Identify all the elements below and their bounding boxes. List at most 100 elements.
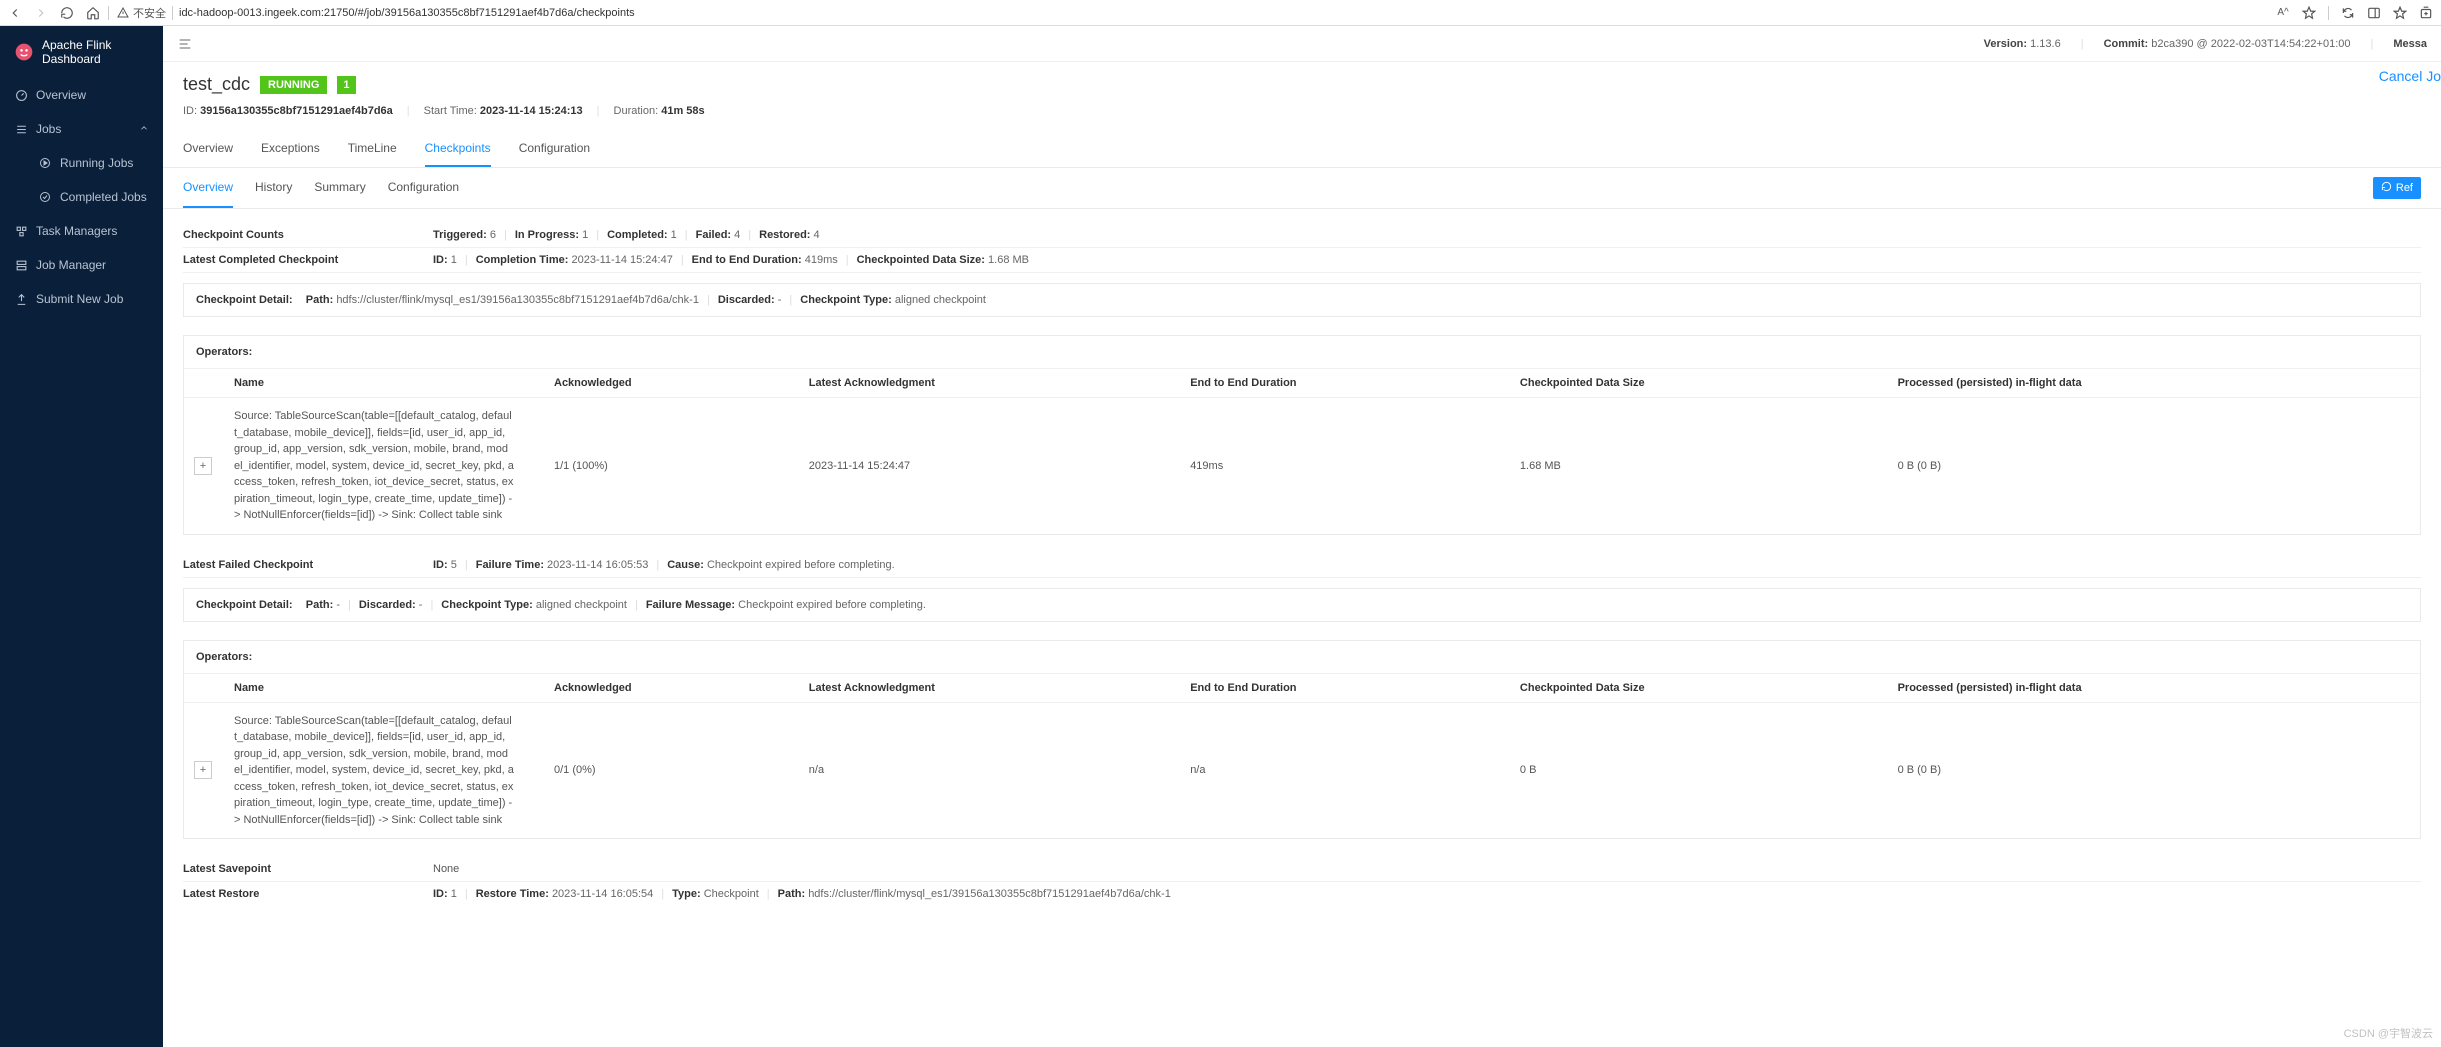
col-name: Name [224,673,544,702]
expand-row-button[interactable]: + [194,761,212,779]
forward-icon[interactable] [34,6,48,20]
insecure-warning-icon[interactable]: 不安全 [117,5,166,21]
check-circle-icon [38,190,52,204]
sidebar-item-running-jobs[interactable]: Running Jobs [0,146,163,180]
sidebar-item-label: Jobs [36,122,61,136]
col-e2e: End to End Duration [1180,673,1510,702]
sidebar-item-jobs[interactable]: Jobs [0,112,163,146]
latest-completed-row: Latest Completed Checkpoint ID: 1| Compl… [183,248,2421,273]
chevron-up-icon [139,122,149,136]
section-label: Latest Failed Checkpoint [183,559,433,571]
latest-ack-value: n/a [799,702,1180,838]
savepoint-value: None [433,863,459,875]
col-size: Checkpointed Data Size [1510,369,1888,398]
divider [108,6,109,20]
tab-timeline[interactable]: TimeLine [348,131,397,167]
sidebar-item-submit-job[interactable]: Submit New Job [0,282,163,316]
tab-checkpoints[interactable]: Checkpoints [425,131,491,167]
col-latest-ack: Latest Acknowledgment [799,369,1180,398]
reload-icon[interactable] [60,6,74,20]
inflight-value: 0 B (0 B) [1888,702,2420,838]
sidebar-item-label: Completed Jobs [60,190,147,204]
sidebar-item-label: Running Jobs [60,156,133,170]
completed-detail-box: Checkpoint Detail: Path: hdfs://cluster/… [183,283,2421,317]
top-meta-bar: Version: 1.13.6 | Commit: b2ca390 @ 2022… [163,26,2441,62]
divider [2328,6,2329,20]
cluster-icon [14,224,28,238]
latest-savepoint-row: Latest Savepoint None [183,857,2421,882]
col-e2e: End to End Duration [1180,369,1510,398]
latest-ack-value: 2023-11-14 15:24:47 [799,398,1180,534]
sidepanel-icon[interactable] [2367,6,2381,20]
sidebar-item-completed-jobs[interactable]: Completed Jobs [0,180,163,214]
section-label: Latest Savepoint [183,863,433,875]
e2e-value: n/a [1180,702,1510,838]
operator-name: Source: TableSourceScan(table=[[default_… [234,713,514,829]
tab-configuration[interactable]: Configuration [519,131,590,167]
sidebar-item-label: Overview [36,88,86,102]
back-icon[interactable] [8,6,22,20]
sidebar-item-job-manager[interactable]: Job Manager [0,248,163,282]
tab-overview[interactable]: Overview [183,131,233,167]
subtab-overview[interactable]: Overview [183,168,233,208]
operator-name: Source: TableSourceScan(table=[[default_… [234,408,514,524]
sidebar-item-overview[interactable]: Overview [0,78,163,112]
sync-icon[interactable] [2341,6,2355,20]
build-icon [14,258,28,272]
sidebar-item-task-managers[interactable]: Task Managers [0,214,163,248]
reload-icon [2381,181,2392,195]
collections-icon[interactable] [2419,6,2433,20]
subtab-configuration[interactable]: Configuration [388,168,459,208]
version: Version: 1.13.6 [1984,38,2061,50]
size-value: 1.68 MB [1510,398,1888,534]
table-row: + Source: TableSourceScan(table=[[defaul… [184,702,2420,838]
refresh-button[interactable]: Ref [2373,177,2421,199]
col-size: Checkpointed Data Size [1510,673,1888,702]
col-name: Name [224,369,544,398]
sidebar-item-label: Submit New Job [36,292,123,306]
sidebar-item-label: Task Managers [36,224,117,238]
job-meta-row: ID: 39156a130355c8bf7151291aef4b7d6a | S… [183,95,2359,127]
commit: Commit: b2ca390 @ 2022-02-03T14:54:22+01… [2104,38,2351,50]
operators-failed: Operators: Name Acknowledged Latest Ackn… [183,640,2421,840]
expand-row-button[interactable]: + [194,457,212,475]
favorites-bar-icon[interactable] [2393,6,2407,20]
parallelism-badge: 1 [337,76,355,94]
sidebar: Apache Flink Dashboard Overview Jobs Run… [0,26,163,1047]
failed-detail-box: Checkpoint Detail: Path: -| Discarded: -… [183,588,2421,622]
menu-collapse-icon[interactable] [177,36,193,52]
operators-table: Name Acknowledged Latest Acknowledgment … [184,673,2420,839]
tab-exceptions[interactable]: Exceptions [261,131,320,167]
favorite-icon[interactable] [2302,6,2316,20]
play-circle-icon [38,156,52,170]
operators-title: Operators: [184,336,2420,368]
cancel-job-button[interactable]: Cancel Jo [2379,62,2441,84]
flink-logo-icon [14,42,34,62]
size-value: 0 B [1510,702,1888,838]
col-inflight: Processed (persisted) in-flight data [1888,673,2420,702]
section-label: Latest Completed Checkpoint [183,254,433,266]
sidebar-item-label: Job Manager [36,258,106,272]
section-label: Latest Restore [183,888,433,900]
bars-icon [14,122,28,136]
home-icon[interactable] [86,6,100,20]
logo[interactable]: Apache Flink Dashboard [0,26,163,78]
operators-completed: Operators: Name Acknowledged Latest Ackn… [183,335,2421,535]
main-tabs: Overview Exceptions TimeLine Checkpoints… [163,131,2441,168]
operators-table: Name Acknowledged Latest Acknowledgment … [184,368,2420,534]
subtab-history[interactable]: History [255,168,292,208]
section-label: Checkpoint Counts [183,229,433,241]
checkpoint-counts-row: Checkpoint Counts Triggered: 6| In Progr… [183,223,2421,248]
col-latest-ack: Latest Acknowledgment [799,673,1180,702]
latest-failed-row: Latest Failed Checkpoint ID: 5| Failure … [183,553,2421,578]
job-title-row: test_cdc RUNNING 1 [183,74,2359,95]
e2e-value: 419ms [1180,398,1510,534]
inflight-value: 0 B (0 B) [1888,398,2420,534]
divider [172,6,173,20]
text-size-icon[interactable]: A^ [2276,6,2290,20]
url-text[interactable]: idc-hadoop-0013.ingeek.com:21750/#/job/3… [179,7,635,19]
table-row: + Source: TableSourceScan(table=[[defaul… [184,398,2420,534]
latest-restore-row: Latest Restore ID: 1| Restore Time: 2023… [183,882,2421,906]
sub-tabs-row: Overview History Summary Configuration R… [163,168,2441,209]
subtab-summary[interactable]: Summary [314,168,365,208]
